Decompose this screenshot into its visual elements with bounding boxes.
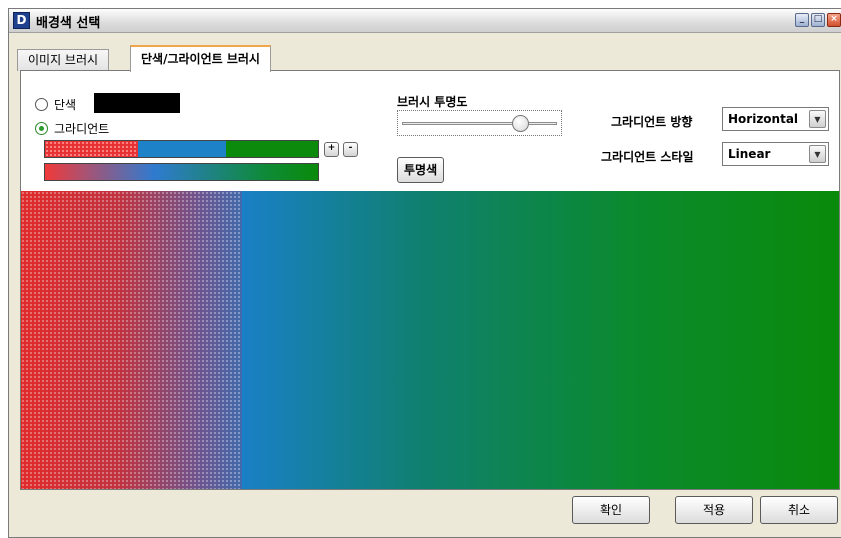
opacity-label: 브러시 투명도 <box>397 95 468 109</box>
style-label: 그라디언트 스타일 <box>601 150 694 164</box>
maximize-icon[interactable]: □ <box>811 13 825 27</box>
solid-option[interactable]: 단색 <box>35 96 76 113</box>
close-icon[interactable]: × <box>827 13 841 27</box>
style-value: Linear <box>728 147 771 161</box>
gradient-option[interactable]: 그라디언트 <box>35 120 109 137</box>
gradient-stops-bar[interactable] <box>44 140 319 158</box>
chevron-down-icon[interactable]: ▼ <box>809 145 826 163</box>
solid-radio[interactable] <box>35 98 48 111</box>
add-stop-button[interactable]: + <box>324 142 339 157</box>
settings-panel: 단색 그라디언트 + - 브러시 투명도 투명색 그라디언트 방향 Horizo… <box>20 70 840 490</box>
direction-select[interactable]: Horizontal ▼ <box>722 107 829 131</box>
solid-label: 단색 <box>54 98 77 112</box>
tab-image-brush[interactable]: 이미지 브러시 <box>17 49 110 71</box>
slider-track <box>402 122 557 125</box>
remove-stop-button[interactable]: - <box>343 142 358 157</box>
gradient-stop-blue[interactable] <box>138 141 226 157</box>
slider-thumb[interactable] <box>512 115 529 132</box>
direction-value: Horizontal <box>728 112 799 126</box>
opacity-slider[interactable] <box>397 110 562 136</box>
apply-button[interactable]: 적용 <box>675 496 753 524</box>
style-select[interactable]: Linear ▼ <box>722 142 829 166</box>
solid-color-swatch[interactable] <box>94 93 180 113</box>
tab-solid-gradient-brush[interactable]: 단색/그라이언트 브러시 <box>130 45 271 72</box>
chevron-down-icon[interactable]: ▼ <box>809 110 826 128</box>
gradient-radio[interactable] <box>35 122 48 135</box>
minimize-icon[interactable]: _ <box>795 13 809 27</box>
app-icon: D <box>13 12 30 29</box>
dialog-window: D 배경색 선택 _ □ × 이미지 브러시 단색/그라이언트 브러시 단색 그… <box>8 8 841 538</box>
transparent-color-button[interactable]: 투명색 <box>397 157 445 183</box>
gradient-preview-area <box>21 191 839 489</box>
gradient-preview-bar <box>44 163 319 181</box>
title-bar[interactable]: D 배경색 선택 _ □ × <box>9 9 841 33</box>
window-title: 배경색 선택 <box>36 16 101 31</box>
cancel-button[interactable]: 취소 <box>760 496 838 524</box>
gradient-stop-red[interactable] <box>45 141 138 157</box>
ok-button[interactable]: 확인 <box>572 496 650 524</box>
direction-label: 그라디언트 방향 <box>611 115 693 129</box>
gradient-stop-green[interactable] <box>226 141 318 157</box>
gradient-label: 그라디언트 <box>54 122 110 136</box>
